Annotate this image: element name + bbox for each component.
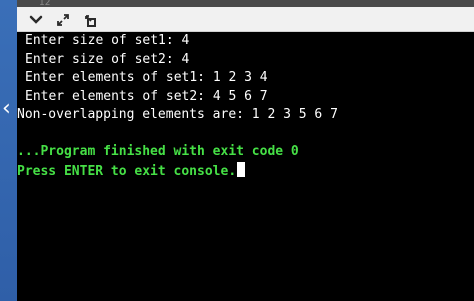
chevron-left-icon[interactable]: ‹	[2, 98, 15, 122]
console-line-elements-set2: Enter elements of set2: 4 5 6 7	[25, 88, 268, 104]
chevron-down-icon	[29, 15, 43, 24]
console-line-size-set2: Enter size of set2: 4	[25, 51, 190, 67]
console-output[interactable]: Enter size of set1: 4 Enter size of set2…	[17, 32, 474, 301]
share-button[interactable]	[80, 10, 102, 30]
side-panel-strip: ‹	[0, 0, 17, 301]
console-line-result: Non-overlapping elements are: 1 2 3 5 6 …	[17, 107, 338, 122]
console-line-press-enter: Press ENTER to exit console.	[17, 161, 474, 181]
toolbar-top-strip: 12	[17, 0, 474, 8]
console-toolbar: 12	[17, 0, 474, 32]
collapse-button[interactable]	[25, 10, 47, 30]
expand-button[interactable]	[52, 10, 74, 30]
tab-number: 12	[39, 0, 51, 8]
expand-icon	[57, 14, 69, 26]
console-line-exit-code: ...Program finished with exit code 0	[17, 144, 299, 159]
share-icon	[85, 15, 96, 27]
console-line-size-set1: Enter size of set1: 4	[25, 33, 190, 48]
console-line-elements-set1: Enter elements of set1: 1 2 3 4	[25, 70, 268, 85]
press-enter-text: Press ENTER to exit console.	[17, 163, 237, 179]
text-cursor	[237, 161, 246, 177]
